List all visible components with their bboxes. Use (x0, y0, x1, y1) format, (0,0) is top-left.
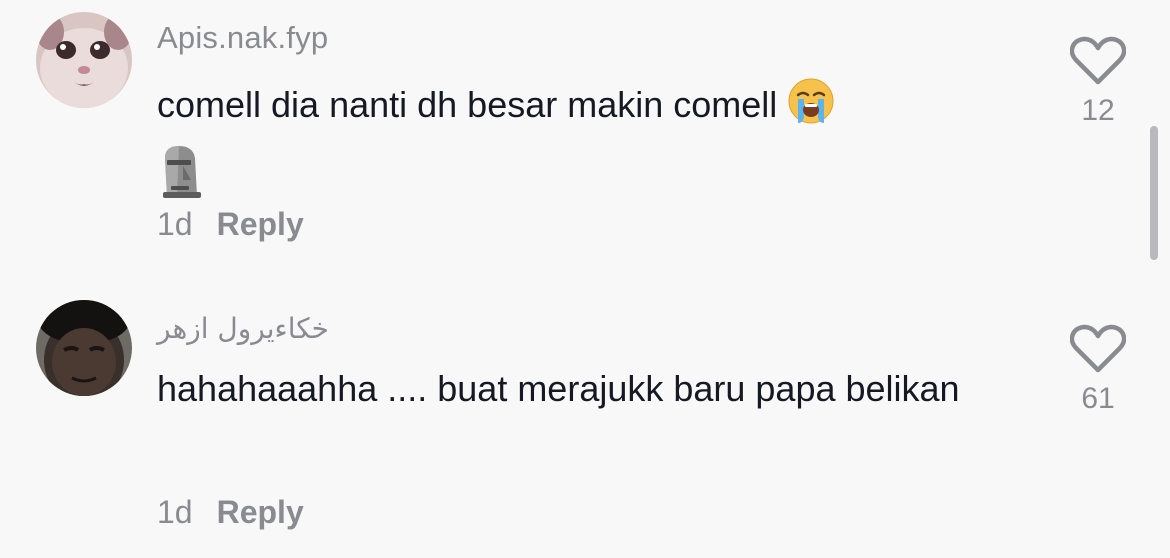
comment-item: Apis.nak.fyp comell dia nanti dh besar m… (0, 0, 1170, 290)
like-count: 12 (1081, 94, 1115, 127)
like-button[interactable]: 61 (1066, 324, 1130, 416)
comment-age: 1d (157, 494, 193, 530)
comment-username[interactable]: خكاءيرول ازهر (157, 312, 329, 345)
reply-button[interactable]: Reply (217, 494, 304, 530)
comment-text-content: hahahaaahha .... buat merajukk baru papa… (157, 368, 960, 409)
avatar[interactable] (36, 300, 132, 396)
reply-button[interactable]: Reply (217, 206, 304, 242)
comment-text: hahahaaahha .... buat merajukk baru papa… (157, 358, 1017, 420)
comment-username[interactable]: Apis.nak.fyp (157, 20, 328, 56)
comment-item: خكاءيرول ازهر hahahaaahha .... buat mera… (0, 290, 1170, 558)
comment-age: 1d (157, 206, 193, 242)
avatar[interactable] (36, 12, 132, 108)
comment-text-content: comell dia nanti dh besar makin comell (157, 84, 778, 125)
comment-meta: 1d Reply (157, 206, 304, 243)
like-count: 61 (1081, 382, 1115, 415)
comment-text: comell dia nanti dh besar makin comell (157, 74, 1017, 217)
heart-outline-icon (1070, 324, 1126, 373)
scrollbar[interactable] (1150, 126, 1158, 260)
heart-outline-icon (1070, 36, 1126, 85)
loudly-crying-face-icon (787, 77, 835, 144)
like-button[interactable]: 12 (1066, 36, 1130, 128)
comment-meta: 1d Reply (157, 494, 304, 531)
